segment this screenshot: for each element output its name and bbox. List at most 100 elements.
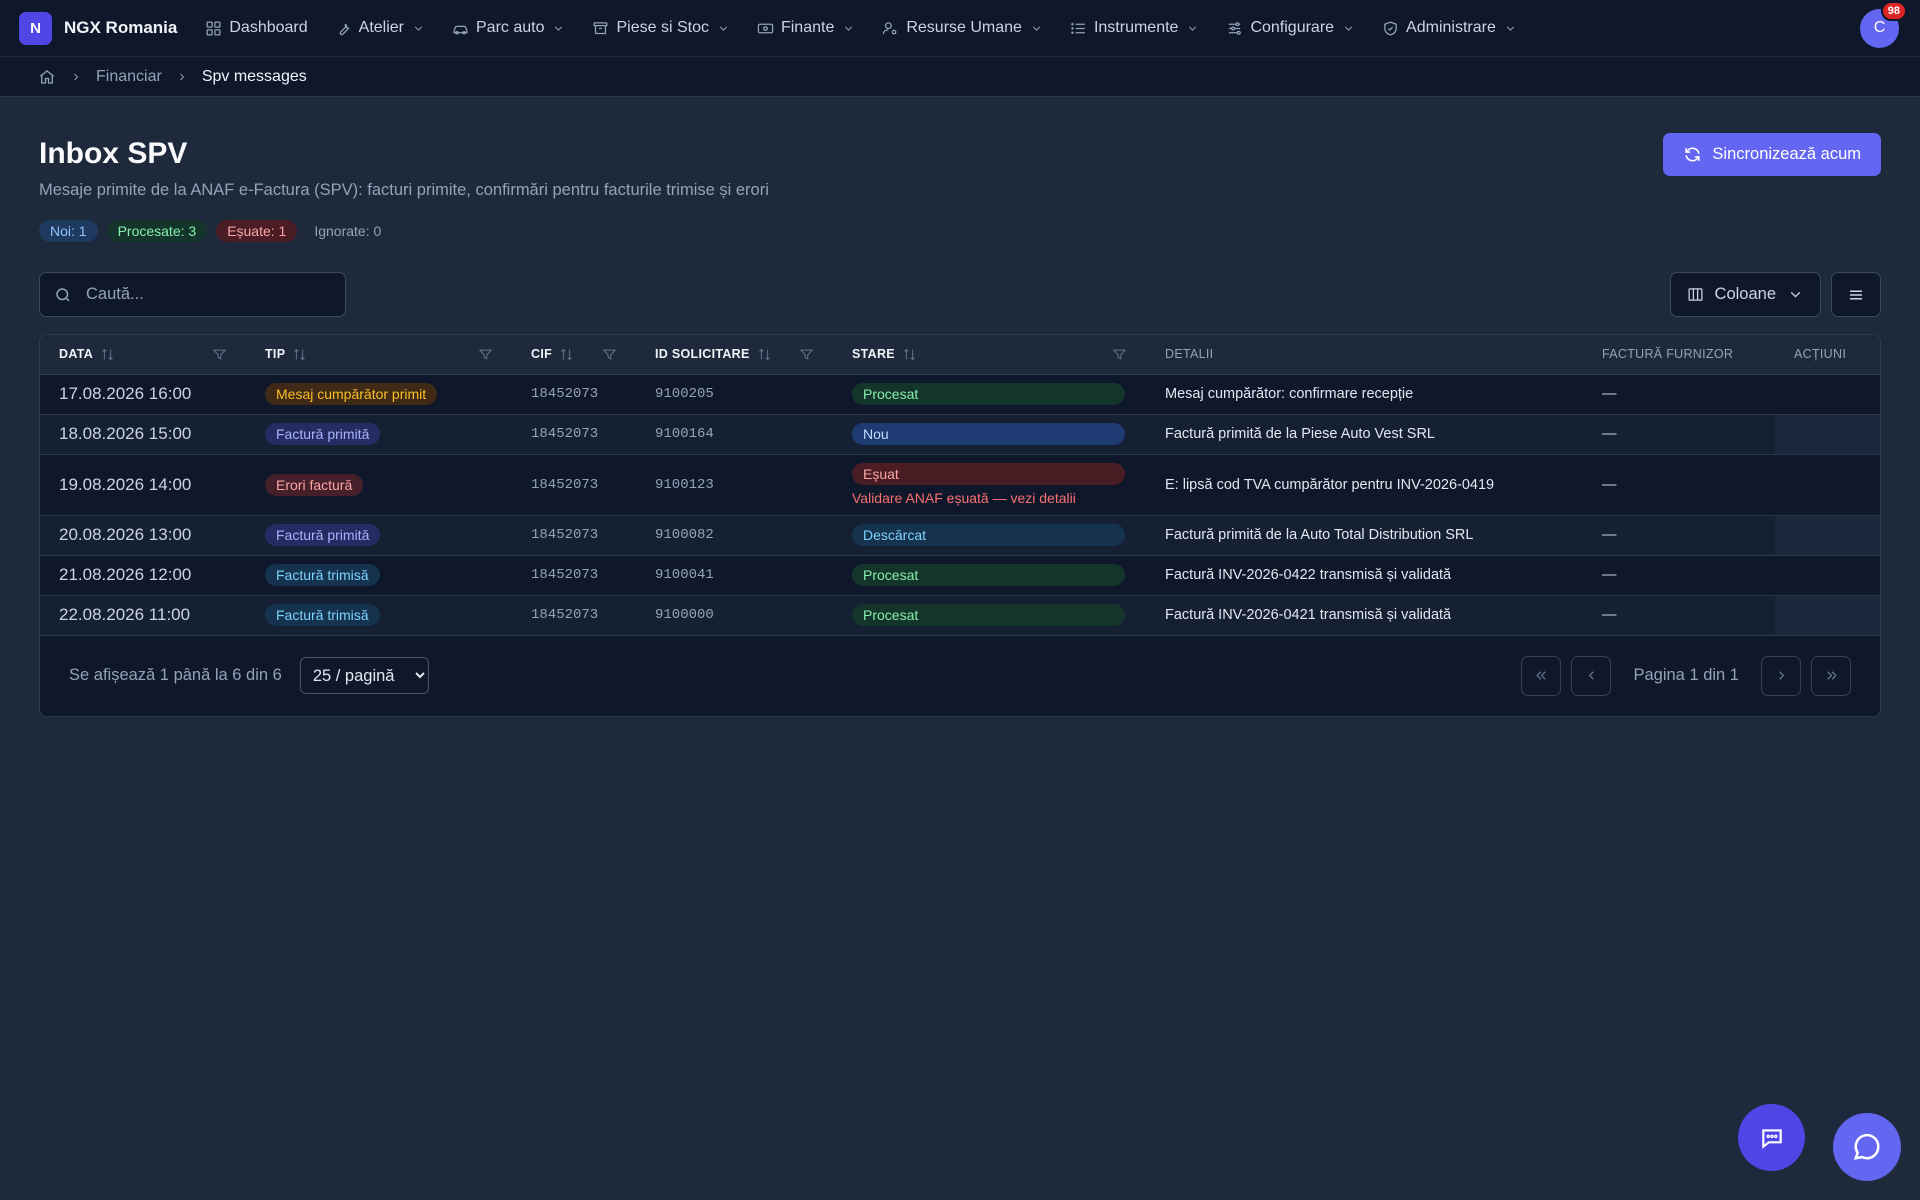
- nav-item-dashboard[interactable]: Dashboard: [205, 19, 308, 37]
- header-cif[interactable]: CIF: [512, 335, 636, 375]
- page-heading: Inbox SPV Mesaje primite de la ANAF e-Fa…: [39, 137, 769, 200]
- nav-item-label: Finante: [780, 19, 835, 36]
- chevron-down-icon: [1790, 291, 1801, 298]
- cell-date: 19.08.2026 14:00: [40, 454, 246, 516]
- last-page-button[interactable]: [1811, 655, 1851, 696]
- nav-item-parc-auto[interactable]: Parc auto: [452, 19, 565, 37]
- filter-icon[interactable]: [1112, 347, 1127, 362]
- table-row[interactable]: 21.08.2026 12:00 Factură trimisă 1845207…: [40, 555, 1880, 596]
- breadcrumb-current: Spv messages: [201, 67, 307, 85]
- density-menu-button[interactable]: [1831, 272, 1881, 317]
- nav-item-finante[interactable]: Finante: [757, 19, 855, 37]
- breadcrumb-financiar[interactable]: Financiar: [96, 68, 162, 86]
- columns-button[interactable]: Coloane: [1669, 272, 1821, 317]
- cell-status: Procesat: [833, 374, 1146, 415]
- count-processed-badge: Procesate: 3: [106, 220, 208, 242]
- search-input[interactable]: [86, 285, 316, 304]
- cell-type: Factură trimisă: [246, 555, 512, 596]
- chevrons-left-icon: [1536, 671, 1546, 680]
- search-box: [39, 272, 346, 317]
- cell-request-id: 9100000: [636, 595, 833, 636]
- sync-now-button[interactable]: Sincronizează acum: [1663, 133, 1881, 176]
- status-badge: Nou: [852, 423, 1125, 445]
- cell-actions[interactable]: [1775, 454, 1880, 516]
- cell-status: Procesat: [833, 595, 1146, 636]
- status-error-note[interactable]: Validare ANAF eșuată — vezi detalii: [852, 490, 1127, 506]
- page-size-select[interactable]: 10 / pagină25 / pagină50 / pagină100 / p…: [299, 657, 429, 694]
- table-row[interactable]: 17.08.2026 16:00 Mesaj cumpărător primit…: [40, 374, 1880, 415]
- cell-request-id: 9100164: [636, 414, 833, 455]
- message-dots-icon: [1761, 1128, 1782, 1149]
- search-icon: [56, 287, 70, 302]
- cell-type: Mesaj cumpărător primit: [246, 374, 512, 415]
- cell-actions[interactable]: [1775, 414, 1880, 455]
- header-request-id[interactable]: ID SOLICITARE: [636, 335, 833, 375]
- pager: Pagina 1 din 1: [1521, 655, 1851, 696]
- chat-button[interactable]: [1833, 1113, 1901, 1181]
- nav-item-label: Administrare: [1406, 19, 1496, 36]
- nav-item-administrare[interactable]: Administrare: [1382, 19, 1517, 37]
- filter-icon[interactable]: [799, 347, 814, 362]
- nav-item-atelier[interactable]: Atelier: [335, 19, 425, 37]
- support-chat-button[interactable]: [1738, 1104, 1805, 1171]
- header-status[interactable]: STARE: [833, 335, 1146, 375]
- car-icon: [453, 25, 468, 34]
- home-icon[interactable]: [38, 68, 56, 86]
- wrench-icon: [339, 23, 350, 35]
- status-badge: Procesat: [852, 604, 1125, 626]
- filter-icon[interactable]: [212, 347, 227, 362]
- header-type[interactable]: TIP: [246, 335, 512, 375]
- user-avatar[interactable]: C 98: [1860, 0, 1907, 48]
- cell-type: Erori factură: [246, 454, 512, 516]
- count-new-badge: Noi: 1: [39, 220, 98, 242]
- table-toolbar: Coloane: [39, 272, 1881, 317]
- nav-item-resurse-umane[interactable]: Resurse Umane: [882, 19, 1043, 37]
- header-date[interactable]: DATA: [40, 335, 246, 375]
- sort-icon[interactable]: [100, 347, 115, 362]
- cell-actions[interactable]: [1775, 595, 1880, 636]
- refresh-icon: [1685, 147, 1701, 162]
- table-row[interactable]: 18.08.2026 15:00 Factură primită 1845207…: [40, 414, 1880, 455]
- sort-icon[interactable]: [559, 347, 574, 362]
- header-cif-label: CIF: [531, 347, 553, 362]
- header-actions: ACȚIUNI: [1775, 335, 1880, 375]
- status-badge: Descărcat: [852, 524, 1125, 546]
- cell-actions[interactable]: [1775, 374, 1880, 415]
- cell-type: Factură primită: [246, 515, 512, 556]
- filter-icon[interactable]: [602, 347, 617, 362]
- cell-status: Nou: [833, 414, 1146, 455]
- chevron-right-icon: [1778, 671, 1784, 680]
- cell-cif: 18452073: [512, 414, 636, 455]
- columns-icon: [1688, 288, 1703, 301]
- nav-item-label: Instrumente: [1093, 19, 1179, 36]
- prev-page-button[interactable]: [1571, 655, 1612, 696]
- chevron-down-icon: [719, 26, 728, 31]
- cell-supplier-invoice: —: [1583, 595, 1775, 636]
- type-badge: Factură trimisă: [265, 564, 380, 586]
- table-row[interactable]: 22.08.2026 11:00 Factură trimisă 1845207…: [40, 595, 1880, 636]
- sort-icon[interactable]: [757, 347, 772, 362]
- first-page-button[interactable]: [1521, 655, 1562, 696]
- cell-actions[interactable]: [1775, 555, 1880, 596]
- shield-icon: [1384, 20, 1397, 36]
- next-page-button[interactable]: [1761, 655, 1801, 696]
- sliders-icon: [1229, 21, 1242, 35]
- cell-type: Factură primită: [246, 414, 512, 455]
- nav-item-instrumente[interactable]: Instrumente: [1070, 19, 1199, 37]
- nav-item-configurare[interactable]: Configurare: [1226, 19, 1355, 37]
- cell-status: Procesat: [833, 555, 1146, 596]
- chevron-right-icon: [179, 73, 184, 80]
- sort-icon[interactable]: [902, 347, 917, 362]
- count-ignored-badge: Ignorate: 0: [314, 223, 382, 239]
- cell-actions[interactable]: [1775, 515, 1880, 556]
- brand[interactable]: N NGX Romania: [19, 11, 177, 45]
- cell-status: Descărcat: [833, 515, 1146, 556]
- nav-item-piese-stoc[interactable]: Piese si Stoc: [592, 19, 729, 37]
- table-row[interactable]: 20.08.2026 13:00 Factură primită 1845207…: [40, 515, 1880, 556]
- filter-icon[interactable]: [478, 347, 493, 362]
- app-logo: N: [19, 11, 52, 45]
- chevron-down-icon: [1506, 26, 1514, 31]
- table-row[interactable]: 19.08.2026 14:00 Erori factură 18452073 …: [40, 454, 1880, 516]
- sort-icon[interactable]: [292, 347, 307, 362]
- messages-table: DATA TIP CIF ID SOLICITARE STARE DETALII…: [40, 335, 1880, 636]
